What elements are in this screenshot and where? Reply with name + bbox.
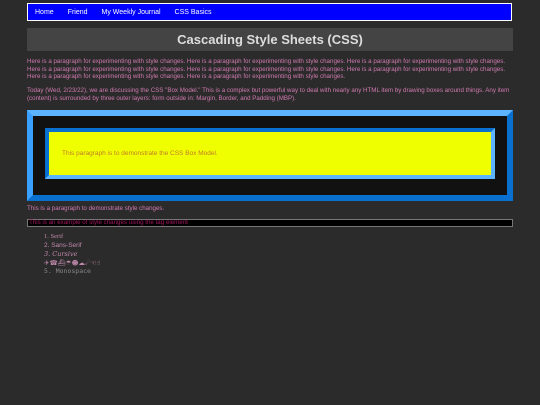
box-model-text: This paragraph is to demonstrate the CSS… [62, 149, 218, 157]
list-item-sans-serif: 2. Sans-Serif [44, 241, 82, 249]
experiment-paragraph: Here is a paragraph for experimenting wi… [27, 58, 506, 80]
nav-journal-link[interactable]: My Weekly Journal [95, 9, 168, 16]
style-demo-paragraph: This is a paragraph to demonstrate style… [27, 205, 165, 212]
span-example-line: This is an example of style changes usin… [27, 219, 513, 227]
list-item-monospace: 5. Monospace [44, 267, 91, 275]
page-title-bar: Cascading Style Sheets (CSS) [27, 28, 513, 51]
nav-friend-link[interactable]: Friend [61, 9, 95, 16]
list-item-fantasy: ✈☎⛴☂☻☁☄☜☝ [44, 259, 101, 268]
box-model-intro-paragraph: Today (Wed, 2/23/22), we are discussing … [27, 87, 510, 102]
list-item-cursive: 3. Cursive [44, 250, 78, 258]
span-example-text: This is an example of style changes usin… [29, 219, 188, 226]
font-family-list: 1. Serif 2. Sans-Serif 3. Cursive ✈☎⛴☂☻☁… [44, 233, 101, 276]
box-model-content: This paragraph is to demonstrate the CSS… [54, 134, 486, 172]
nav-home-link[interactable]: Home [28, 9, 61, 16]
nav-css-basics-link[interactable]: CSS Basics [168, 9, 219, 16]
fantasy-glyphs: ✈☎⛴☂☻☁☄☜☝ [44, 258, 101, 267]
list-item-serif: 1. Serif [44, 233, 64, 240]
top-nav: Home Friend My Weekly Journal CSS Basics [27, 3, 512, 21]
page-title: Cascading Style Sheets (CSS) [177, 32, 363, 47]
